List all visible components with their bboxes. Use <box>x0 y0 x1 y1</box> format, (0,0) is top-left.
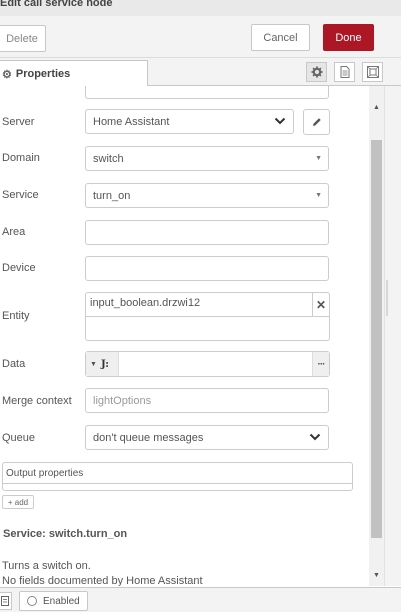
hidden-field-above <box>85 86 329 99</box>
entity-select[interactable]: input_boolean.drzwi12 ✕ <box>85 292 330 341</box>
entity-tag: input_boolean.drzwi12 <box>90 297 201 309</box>
pencil-icon <box>312 118 321 126</box>
add-output-button[interactable]: + add <box>2 495 34 509</box>
merge-context-placeholder: lightOptions <box>93 394 152 407</box>
scroll-up-icon[interactable]: ▲ <box>369 100 384 114</box>
server-value: Home Assistant <box>93 115 170 128</box>
node-info-button[interactable] <box>0 592 12 610</box>
scrollbar-thumb[interactable] <box>371 140 382 538</box>
service-doc-description: Turns a switch on. No fields documented … <box>2 559 203 586</box>
edit-server-button[interactable] <box>303 109 330 135</box>
chevron-down-icon <box>274 117 286 125</box>
merge-context-input[interactable]: lightOptions <box>85 388 329 413</box>
caret-down-icon: ▼ <box>315 155 322 162</box>
vertical-scrollbar[interactable]: ▲ ▼ <box>369 86 384 586</box>
tab-properties[interactable]: ⚙ Properties <box>0 60 148 87</box>
data-typed-input[interactable]: ▼ J: ··· <box>85 351 330 377</box>
appearance-icon <box>366 66 379 78</box>
output-properties-label: Output properties <box>6 468 84 479</box>
tab-description[interactable] <box>334 62 355 82</box>
queue-value: don't queue messages <box>93 431 204 444</box>
service-fields-note: No fields documented by Home Assistant <box>2 575 203 586</box>
entity-label: Entity <box>2 310 30 322</box>
data-type-select[interactable]: ▼ J: <box>86 352 119 376</box>
data-label: Data <box>2 358 26 370</box>
scroll-down-icon[interactable]: ▼ <box>369 568 384 582</box>
expand-editor-button[interactable]: ··· <box>312 352 329 376</box>
description-icon <box>340 66 349 78</box>
queue-select[interactable]: don't queue messages <box>85 425 329 450</box>
queue-label: Queue <box>2 432 36 444</box>
tab-properties-label: Properties <box>15 68 71 80</box>
caret-down-icon: ▼ <box>315 192 322 199</box>
tray-toolbar: Delete Cancel Done <box>0 16 401 58</box>
domain-label: Domain <box>2 152 40 164</box>
chevron-down-icon <box>309 433 321 441</box>
entity-tag-row: input_boolean.drzwi12 ✕ <box>86 293 329 317</box>
device-input[interactable] <box>85 256 329 281</box>
enabled-toggle[interactable]: Enabled <box>19 591 88 611</box>
tab-appearance[interactable] <box>362 62 383 82</box>
device-label: Device <box>2 262 36 274</box>
area-label: Area <box>2 226 26 238</box>
area-input[interactable] <box>85 220 329 245</box>
service-doc-title: Service: switch.turn_on <box>3 528 128 540</box>
caret-down-icon: ▼ <box>90 360 97 368</box>
server-select[interactable]: Home Assistant <box>85 109 294 134</box>
resize-handle[interactable] <box>386 280 388 316</box>
side-strip <box>384 86 401 586</box>
close-icon[interactable]: ✕ <box>312 293 329 317</box>
enabled-label: Enabled <box>43 595 80 607</box>
json-icon: J: <box>100 358 109 370</box>
service-description: Turns a switch on. <box>2 560 91 572</box>
delete-button[interactable]: Delete <box>0 25 46 52</box>
divider <box>3 483 352 484</box>
cancel-button[interactable]: Cancel <box>251 24 310 51</box>
service-label: Service <box>2 189 39 201</box>
domain-value: switch <box>93 152 124 165</box>
done-button[interactable]: Done <box>323 24 374 51</box>
server-label: Server <box>2 116 35 128</box>
tab-bar: ⚙ Properties <box>0 58 401 87</box>
radio-circle-icon <box>27 596 37 606</box>
output-properties-list: Output properties <box>2 462 353 491</box>
properties-panel: Server Home Assistant Domain switch ▼ Se… <box>0 86 401 586</box>
tray-title: Edit call service node <box>0 0 113 9</box>
merge-context-label: Merge context <box>2 395 72 407</box>
document-icon <box>1 596 9 606</box>
gear-icon: ⚙ <box>2 68 12 81</box>
ellipsis-icon: ··· <box>317 358 326 370</box>
domain-select[interactable]: switch ▼ <box>85 146 329 171</box>
tray-footer: Enabled <box>0 587 401 612</box>
service-select[interactable]: turn_on ▼ <box>85 183 329 208</box>
tray-header: Edit call service node <box>0 0 401 16</box>
tab-settings[interactable] <box>306 62 327 82</box>
gear-icon <box>311 66 322 78</box>
service-value: turn_on <box>93 189 131 202</box>
